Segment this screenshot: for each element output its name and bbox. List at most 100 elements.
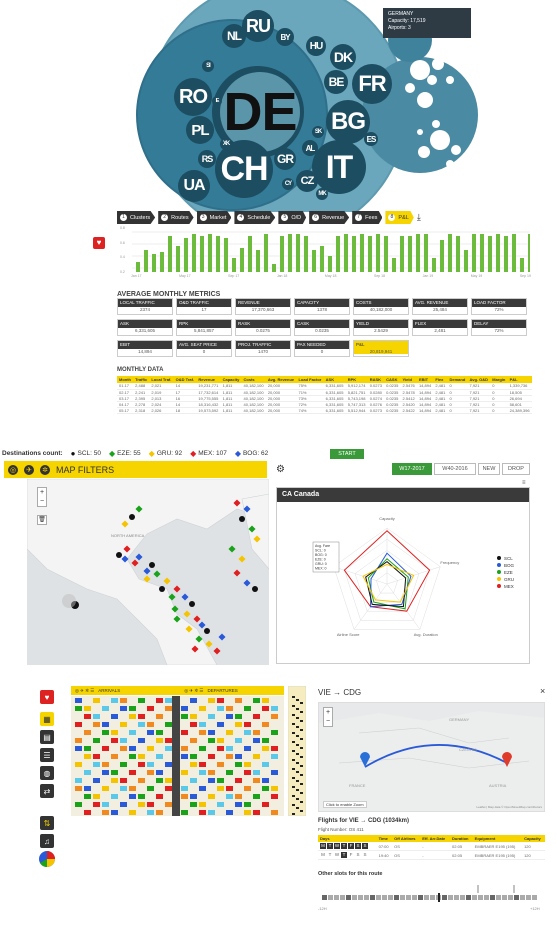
destination-marker[interactable] (123, 545, 131, 553)
schedule-slot[interactable] (262, 738, 269, 743)
schedule-slot[interactable] (181, 706, 188, 711)
bubble-ua[interactable]: UA (178, 170, 210, 202)
schedule-slot[interactable] (271, 730, 278, 735)
step-clusters[interactable]: 1 Clusters (117, 211, 156, 224)
destination-marker[interactable] (218, 633, 226, 641)
destination-marker[interactable] (163, 577, 171, 585)
slider-current[interactable] (438, 893, 440, 902)
schedule-slot[interactable] (147, 706, 154, 711)
schedule-slot[interactable] (226, 714, 233, 719)
schedule-slot[interactable] (147, 746, 154, 751)
schedule-slot[interactable] (190, 714, 197, 719)
schedule-slot[interactable] (208, 698, 215, 703)
schedule-slot[interactable] (75, 778, 82, 783)
destination-marker[interactable] (193, 615, 201, 623)
schedule-slot[interactable] (253, 794, 260, 799)
schedule-slot[interactable] (120, 786, 127, 791)
schedule-slot[interactable] (165, 738, 172, 743)
destination-marker[interactable] (143, 575, 151, 583)
bubble-ie[interactable]: IE (212, 96, 222, 106)
schedule-slot[interactable] (226, 746, 233, 751)
destination-marker[interactable] (205, 640, 213, 648)
schedule-slot[interactable] (120, 762, 127, 767)
schedule-slot[interactable] (111, 794, 118, 799)
schedule-slot[interactable] (111, 730, 118, 735)
schedule-slot[interactable] (244, 810, 251, 815)
route-zoom-in[interactable]: + (324, 708, 332, 717)
schedule-slot[interactable] (102, 786, 109, 791)
schedule-slot[interactable] (165, 698, 172, 703)
schedule-slot[interactable] (199, 802, 206, 807)
bubble-rs[interactable]: RS (198, 150, 216, 168)
schedule-slot[interactable] (129, 794, 136, 799)
schedule-slot[interactable] (102, 722, 109, 727)
schedule-slot[interactable] (111, 714, 118, 719)
step-od[interactable]: 5 O/D (278, 211, 307, 224)
legend-item[interactable]: ◆ MEX: 107 (190, 449, 227, 458)
schedule-slot[interactable] (262, 698, 269, 703)
destination-marker[interactable] (198, 621, 206, 629)
schedule-slot[interactable] (156, 738, 163, 743)
map-zoom-in[interactable]: + (38, 488, 46, 497)
transfer-icon[interactable]: ⇄ (40, 784, 54, 798)
schedule-slot[interactable] (120, 738, 127, 743)
schedule-slot[interactable] (138, 778, 145, 783)
schedule-slot[interactable] (84, 770, 91, 775)
schedule-slot[interactable] (120, 706, 127, 711)
schedule-slot[interactable] (102, 770, 109, 775)
schedule-slot[interactable] (235, 722, 242, 727)
schedule-slot[interactable] (93, 722, 100, 727)
schedule-slot[interactable] (138, 714, 145, 719)
destinations-map[interactable]: NORTH AMERICA (27, 479, 269, 665)
destination-marker[interactable] (238, 555, 246, 563)
schedule-slot[interactable] (147, 730, 154, 735)
list-icon[interactable]: ☰ (40, 748, 54, 762)
schedule-slot[interactable] (208, 810, 215, 815)
schedule-slot[interactable] (156, 810, 163, 815)
schedule-slot[interactable] (75, 746, 82, 751)
schedule-slot[interactable] (111, 698, 118, 703)
legend-item[interactable]: ◆ BOG: 62 (235, 449, 268, 458)
close-icon[interactable]: × (540, 686, 545, 696)
schedule-slot[interactable] (244, 706, 251, 711)
destination-marker[interactable] (135, 505, 143, 513)
bubble-it[interactable]: IT (312, 140, 366, 194)
schedule-slot[interactable] (147, 722, 154, 727)
schedule-slot[interactable] (226, 786, 233, 791)
airplane-icon[interactable]: ✈ (24, 464, 34, 475)
schedule-slot[interactable] (93, 714, 100, 719)
schedule-slot[interactable] (156, 698, 163, 703)
schedule-slot[interactable] (120, 746, 127, 751)
schedule-slot[interactable] (271, 746, 278, 751)
schedule-slot[interactable] (262, 778, 269, 783)
schedule-slot[interactable] (84, 810, 91, 815)
schedule-slot[interactable] (84, 714, 91, 719)
schedule-slot[interactable] (84, 786, 91, 791)
globe-icon[interactable]: ◍ (40, 766, 54, 780)
destination-marker[interactable] (252, 586, 258, 592)
schedule-slot[interactable] (199, 706, 206, 711)
schedule-slot[interactable] (93, 738, 100, 743)
schedule-slot[interactable] (235, 714, 242, 719)
step-routes[interactable]: 2 Routes (158, 211, 194, 224)
bubble-xk[interactable]: XK (220, 138, 232, 150)
schedule-slot[interactable] (111, 754, 118, 759)
schedule-slot[interactable] (84, 730, 91, 735)
destination-marker[interactable] (183, 610, 191, 618)
schedule-slot[interactable] (199, 746, 206, 751)
schedule-slot[interactable] (271, 810, 278, 815)
start-button[interactable]: START (330, 449, 364, 459)
schedule-slot[interactable] (165, 722, 172, 727)
schedule-slot[interactable] (226, 810, 233, 815)
bubble-cz[interactable]: CZ (296, 170, 318, 192)
grid-toolbar-icons-2[interactable]: ◎ ✈ ✲ ☰ (184, 688, 203, 694)
map-zoom-out[interactable]: − (38, 497, 46, 506)
step-fees[interactable]: 7 Fees (352, 211, 383, 224)
schedule-slot[interactable] (244, 786, 251, 791)
step-pl[interactable]: 8 P&L (385, 211, 414, 224)
bubble-dk[interactable]: DK (330, 44, 356, 70)
schedule-slot[interactable] (226, 706, 233, 711)
schedule-slot[interactable] (253, 770, 260, 775)
schedule-slot[interactable] (262, 722, 269, 727)
music-icon[interactable]: ♫ (40, 834, 54, 848)
